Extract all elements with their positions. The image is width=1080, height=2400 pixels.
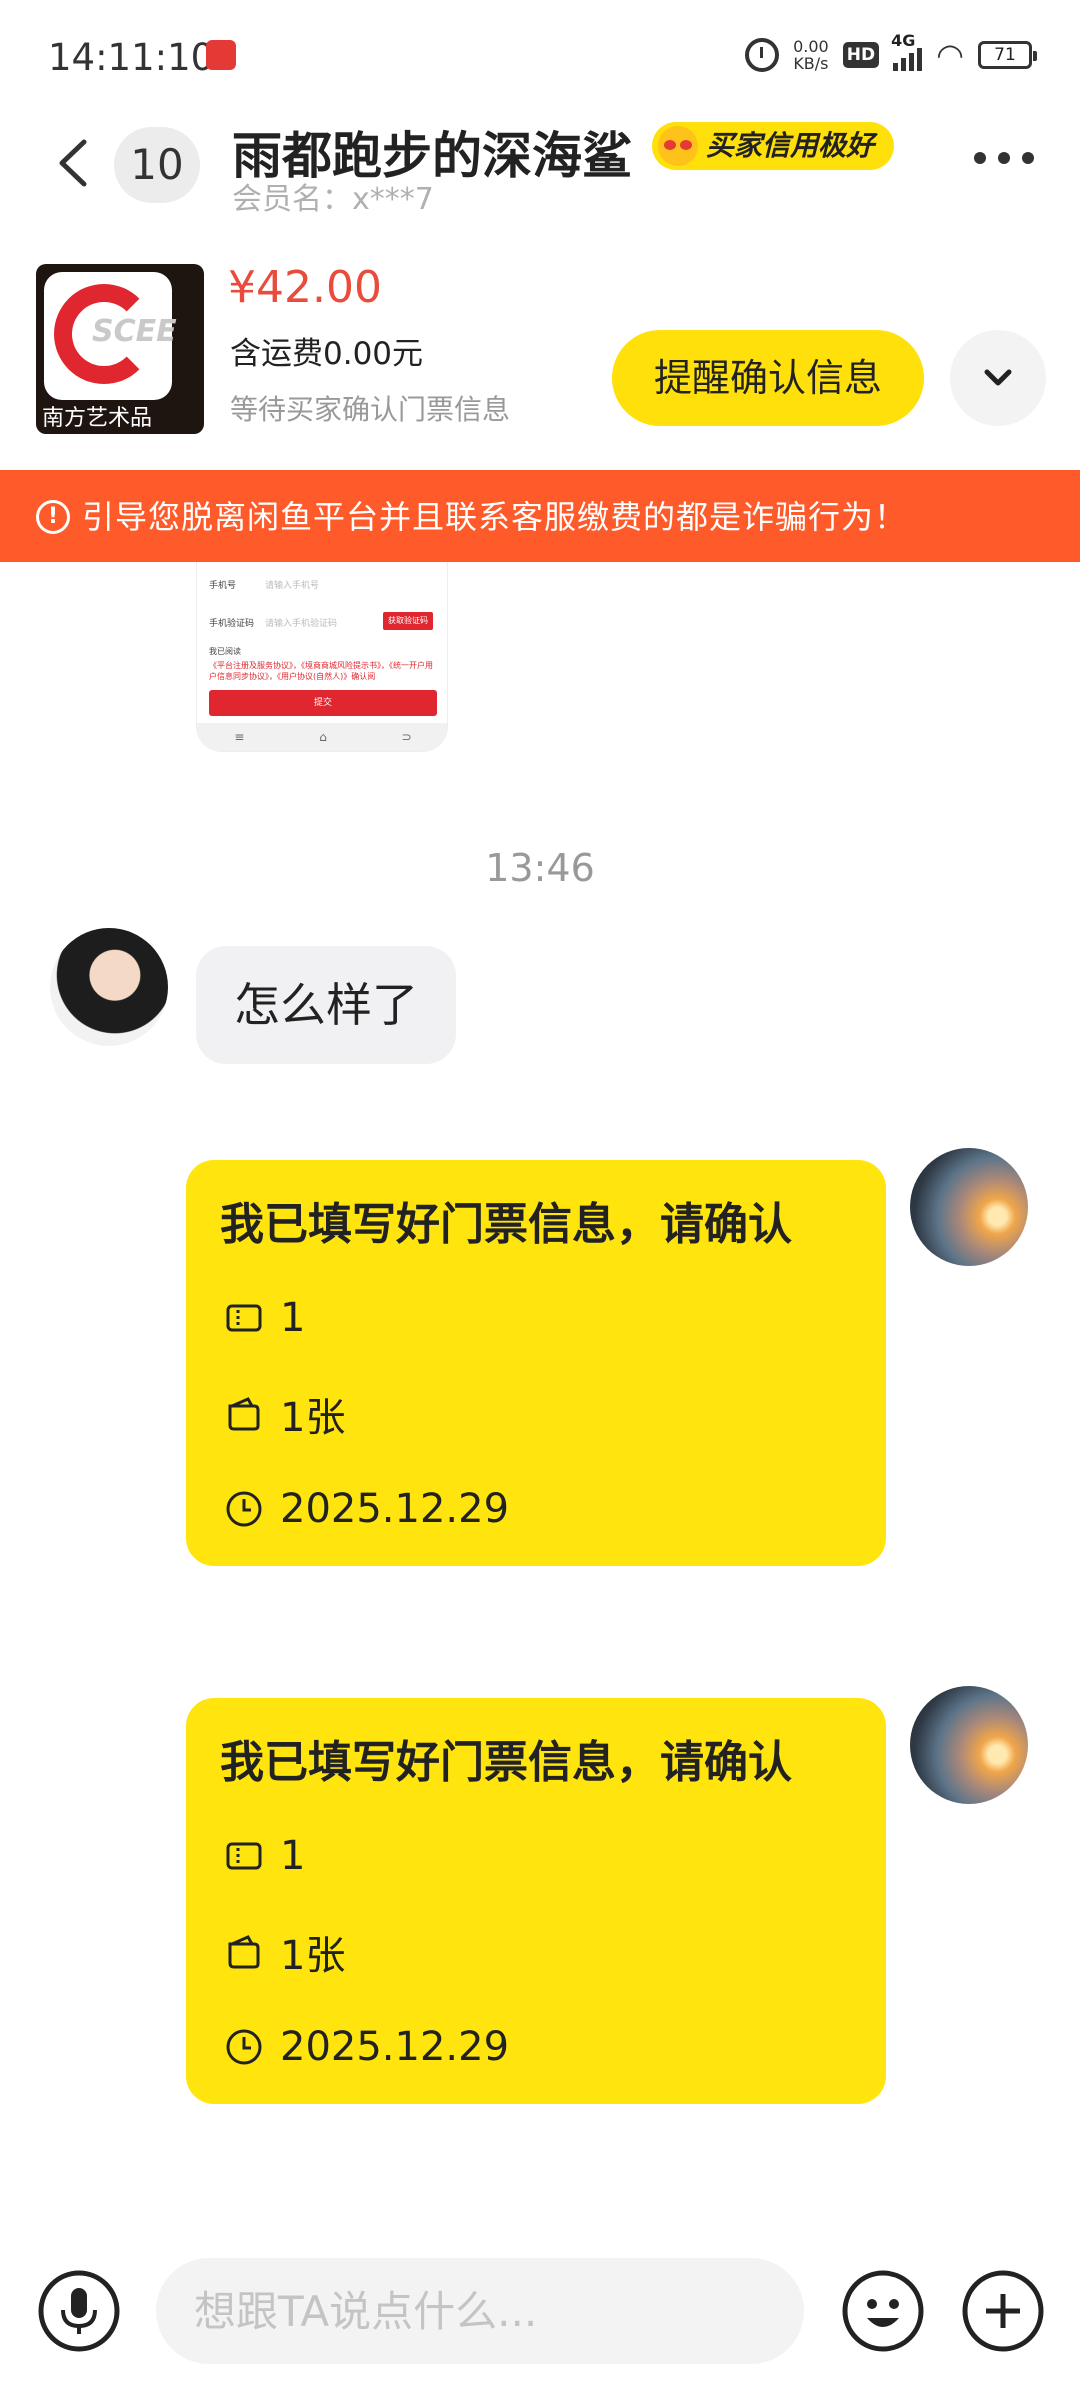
wifi-icon: ◠	[936, 36, 964, 74]
emoji-button[interactable]	[840, 2268, 926, 2354]
message-input[interactable]	[156, 2258, 804, 2364]
ticket-card-title: 我已填写好门票信息，请确认	[220, 1737, 792, 1788]
status-bar: 14:11:10 0.00 KB/s HD 4G ◠ 71	[0, 0, 1080, 110]
buyer-avatar[interactable]	[50, 928, 168, 1046]
buyer-credit-badge: 买家信用极好	[652, 122, 895, 170]
clock-icon	[226, 1491, 262, 1527]
message-input-bar	[0, 2222, 1080, 2400]
product-price: ¥42.00	[228, 262, 382, 313]
member-name: 会员名：x***7	[232, 182, 434, 217]
chat-timestamp: 13:46	[485, 846, 595, 890]
chevron-left-icon	[59, 139, 87, 187]
emoji-icon	[842, 2270, 924, 2352]
ticket-count-row: 1	[224, 1293, 305, 1343]
alarm-icon	[745, 38, 780, 72]
ticket-count-row: 1	[224, 1831, 305, 1881]
status-icons: 0.00 KB/s HD 4G ◠ 71	[745, 31, 1037, 74]
clock-icon	[226, 2029, 262, 2065]
expand-button[interactable]	[950, 330, 1046, 426]
remind-confirm-button[interactable]: 提醒确认信息	[612, 330, 924, 426]
ticket-info-card[interactable]: 我已填写好门票信息，请确认 1 1张 2025.12.29	[186, 1698, 886, 2104]
app-notification-icon	[206, 40, 236, 70]
warning-text: 引导您脱离闲鱼平台并且联系客服缴费的都是诈骗行为！	[82, 498, 908, 536]
ticket-quantity-row: 1张	[224, 1389, 345, 1441]
shared-screenshot-image[interactable]: 手机号 请输入手机号 手机验证码 请输入手机验证码 获取验证码 我已阅读 《平台…	[196, 562, 448, 752]
ticket-icon	[226, 1842, 262, 1870]
shipping-fee: 含运费0.00元	[230, 336, 424, 372]
product-image[interactable]: SCEE 南方艺术品	[36, 264, 204, 434]
ticket-info-card[interactable]: 我已填写好门票信息，请确认 1 1张 2025.12.29	[186, 1160, 886, 1566]
back-button[interactable]	[48, 128, 98, 198]
unread-count-badge[interactable]: 10	[114, 127, 200, 203]
ticket-date-row: 2025.12.29	[224, 1484, 509, 1534]
ticket-card-title: 我已填写好门票信息，请确认	[220, 1199, 792, 1250]
wallet-icon	[228, 1935, 260, 1969]
sunglasses-face-icon	[658, 126, 698, 166]
order-status: 等待买家确认门票信息	[230, 393, 511, 426]
network-speed: 0.00 KB/s	[793, 37, 829, 73]
ticket-icon	[226, 1304, 262, 1332]
chat-header: 10 雨都跑步的深海鲨 买家信用极好 会员名：x***7	[0, 110, 1080, 220]
warning-icon: !	[36, 500, 70, 534]
received-message-bubble[interactable]: 怎么样了	[196, 946, 456, 1064]
ticket-quantity-row: 1张	[224, 1927, 345, 1979]
screenshot-nav-bar: ≡ ⌂ ⊃	[197, 723, 447, 751]
add-attachment-button[interactable]	[960, 2268, 1046, 2354]
signal-icon: 4G	[891, 31, 923, 71]
product-card[interactable]: SCEE 南方艺术品 ¥42.00 含运费0.00元 等待买家确认门票信息 提醒…	[0, 258, 1080, 458]
chevron-down-icon	[984, 369, 1012, 386]
more-options-button[interactable]	[974, 152, 1034, 164]
hd-icon: HD	[842, 42, 880, 68]
status-time: 14:11:10	[48, 36, 215, 79]
fraud-warning-banner: ! 引导您脱离闲鱼平台并且联系客服缴费的都是诈骗行为！	[0, 470, 1080, 562]
product-image-caption: 南方艺术品	[42, 406, 153, 431]
plus-icon	[962, 2270, 1044, 2352]
battery-icon: 71	[978, 41, 1037, 69]
voice-button[interactable]	[36, 2268, 122, 2354]
ticket-date-row: 2025.12.29	[224, 2022, 509, 2072]
microphone-icon	[38, 2270, 120, 2352]
product-logo: SCEE	[44, 272, 177, 400]
seller-avatar[interactable]	[910, 1686, 1028, 1804]
wallet-icon	[228, 1397, 260, 1431]
seller-avatar[interactable]	[910, 1148, 1028, 1266]
